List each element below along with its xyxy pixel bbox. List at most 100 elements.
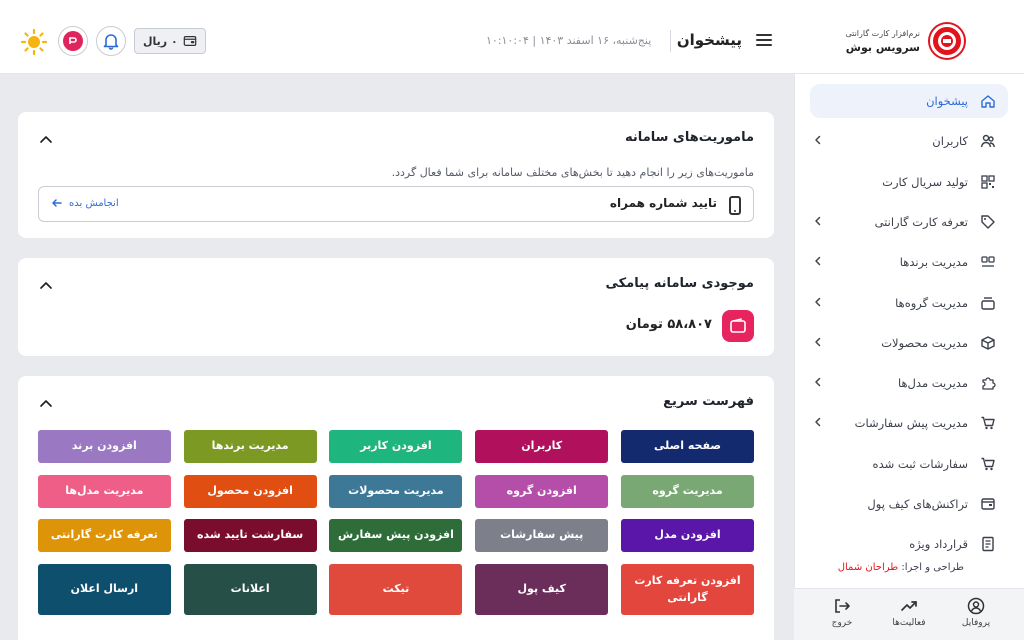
collapse-chevron-up-icon[interactable]	[38, 278, 54, 294]
tag-icon	[981, 215, 995, 229]
sidebar-item[interactable]: تولید سریال کارت	[810, 165, 1008, 199]
wallet-balance-button[interactable]: ۰ ریال	[134, 28, 206, 54]
brand-logo	[930, 24, 964, 58]
sidebar-item[interactable]: پیشخوان	[810, 84, 1008, 118]
quick-link-button[interactable]: مدیریت گروه	[621, 475, 754, 508]
sidebar-item[interactable]: مدیریت گروه‌ها	[810, 286, 1008, 320]
credit-prefix: طراحی و اجرا:	[901, 562, 964, 573]
logout-button[interactable]: خروج	[812, 597, 872, 628]
quick-link-button[interactable]: کاربران	[475, 430, 609, 463]
collapse-chevron-up-icon[interactable]	[38, 396, 54, 412]
quick-link-button[interactable]: تیکت	[329, 564, 463, 615]
brand[interactable]: نرم‌افزار کارت گارانتی سرویس بوش	[845, 24, 964, 58]
users-icon	[980, 135, 995, 148]
missions-title: ماموریت‌های سامانه	[625, 130, 754, 145]
chevron-left-icon	[815, 418, 821, 427]
sidebar-item[interactable]: تراکنش‌های کیف پول	[810, 487, 1008, 521]
activities-button[interactable]: فعالیت‌ها	[879, 597, 939, 628]
credit-link[interactable]: طراحان شمال	[838, 562, 898, 573]
arrow-left-icon	[52, 199, 62, 207]
quick-link-button[interactable]: افزودن محصول	[183, 475, 317, 508]
sidebar-item-label: کاربران	[932, 134, 968, 149]
document-icon	[982, 537, 994, 552]
quick-link-button[interactable]: مدیریت برندها	[183, 430, 317, 463]
quick-link-button[interactable]: افزودن گروه	[475, 475, 609, 508]
mobile-phone-icon	[729, 196, 741, 215]
sms-balance-card: موجودی سامانه پیامکی ۵۸،۸۰۷ تومان	[18, 258, 774, 356]
quick-link-button[interactable]: تعرفه کارت گارانتی	[37, 519, 171, 552]
logout-label: خروج	[831, 618, 853, 628]
missions-card: ماموریت‌های سامانه ماموریت‌های زیر را ان…	[18, 112, 774, 238]
missions-description: ماموریت‌های زیر را انجام دهید تا بخش‌های…	[391, 166, 754, 179]
app-shortcut-button[interactable]	[58, 26, 88, 56]
sidebar-item[interactable]: مدیریت برندها	[810, 245, 1008, 279]
quick-link-button[interactable]: اعلانات	[183, 564, 317, 615]
brand-subtitle: نرم‌افزار کارت گارانتی	[845, 28, 920, 38]
sidebar-item[interactable]: مدیریت مدل‌ها	[810, 366, 1008, 400]
quick-link-button[interactable]: افزودن مدل	[621, 519, 754, 552]
sidebar-item-label: مدیریت مدل‌ها	[897, 376, 968, 391]
quick-link-button[interactable]: پیش سفارشات	[475, 519, 609, 552]
chevron-left-icon	[815, 216, 821, 226]
sms-balance-value: ۵۸،۸۰۷ تومان	[625, 317, 712, 332]
app-logo-icon	[63, 31, 83, 51]
sidebar-item-label: مدیریت گروه‌ها	[895, 295, 968, 310]
top-header: نرم‌افزار کارت گارانتی سرویس بوش پیشخوان…	[0, 0, 1024, 74]
quick-link-button[interactable]: مدیریت محصولات	[329, 475, 463, 508]
wallet-icon	[183, 36, 196, 46]
home-icon	[981, 95, 995, 108]
sidebar-item-label: تولید سریال کارت	[882, 174, 968, 189]
qr-icon	[981, 174, 995, 189]
quick-links-card: فهرست سریع صفحه اصلی کاربران افزودن کاربر م…	[18, 376, 774, 640]
sidebar-item[interactable]: مدیریت پیش سفارشات	[810, 406, 1008, 440]
quick-link-button[interactable]: افزودن پیش سفارش	[329, 519, 463, 552]
quick-link-button[interactable]: افزودن برند	[37, 430, 171, 463]
sms-title: موجودی سامانه پیامکی	[605, 276, 754, 291]
mission-item-label: تایید شماره همراه	[609, 196, 717, 210]
sidebar-item-label: مدیریت پیش سفارشات	[854, 416, 968, 431]
profile-icon	[967, 597, 985, 615]
sidebar-item[interactable]: قرارداد ویژه	[810, 527, 1008, 561]
activities-label: فعالیت‌ها	[892, 618, 926, 628]
quick-link-button[interactable]: سفارشت تایید شده	[183, 519, 317, 552]
sidebar-item[interactable]: تعرفه کارت گارانتی	[810, 205, 1008, 239]
date-time: پنج‌شنبه، ۱۶ اسفند ۱۴۰۳ | ۱۰:۱۰:۰۴	[486, 34, 652, 47]
brands-icon	[981, 256, 995, 267]
logout-icon	[835, 599, 850, 613]
trending-icon	[901, 601, 917, 611]
quick-link-button[interactable]: کیف پول	[475, 564, 609, 615]
page-title: پیشخوان	[676, 31, 742, 49]
notifications-button[interactable]	[96, 26, 126, 56]
quick-link-button[interactable]: ارسال اعلان	[37, 564, 171, 615]
sidebar-item-label: تراکنش‌های کیف پول	[867, 497, 968, 511]
sidebar-item[interactable]: مدیریت محصولات	[810, 326, 1008, 360]
sidebar-item-label: تعرفه کارت گارانتی	[874, 214, 968, 229]
sidebar-item[interactable]: سفارشات ثبت شده	[810, 447, 1008, 481]
sidebar-item-label: مدیریت برندها	[899, 255, 968, 270]
collapse-chevron-up-icon[interactable]	[38, 132, 54, 148]
do-mission-label: انجامش بده	[69, 197, 119, 209]
cart-icon	[981, 417, 995, 430]
designer-credit: طراحی و اجرا: طراحان شمال	[838, 562, 964, 573]
sidebar-bottom-bar: پروفایل فعالیت‌ها خروج	[794, 588, 1024, 640]
chevron-left-icon	[815, 337, 821, 347]
sidebar-item-label: سفارشات ثبت شده	[872, 456, 968, 471]
profile-label: پروفایل	[961, 618, 991, 628]
groups-icon	[981, 296, 995, 310]
quick-link-button[interactable]: افزودن کاربر	[329, 430, 463, 463]
do-mission-button[interactable]: انجامش بده	[51, 197, 119, 209]
quick-link-button[interactable]: صفحه اصلی	[621, 430, 754, 463]
profile-button[interactable]: پروفایل	[946, 597, 1006, 628]
mission-item: تایید شماره همراه انجامش بده	[38, 186, 754, 222]
box-icon	[981, 336, 995, 350]
sidebar-item[interactable]: کاربران	[810, 124, 1008, 158]
hamburger-menu-icon[interactable]	[756, 34, 772, 47]
chevron-left-icon	[815, 136, 821, 145]
theme-toggle-sun-icon[interactable]	[20, 28, 48, 56]
chevron-left-icon	[815, 297, 821, 306]
title-divider	[670, 30, 671, 52]
quick-link-button[interactable]: مدیریت مدل‌ها	[37, 475, 171, 508]
quick-link-button[interactable]: افزودن تعرفه کارت گارانتی	[621, 564, 754, 615]
wallet-balance-text: ۰ ریال	[143, 34, 178, 48]
chevron-left-icon	[815, 256, 821, 266]
